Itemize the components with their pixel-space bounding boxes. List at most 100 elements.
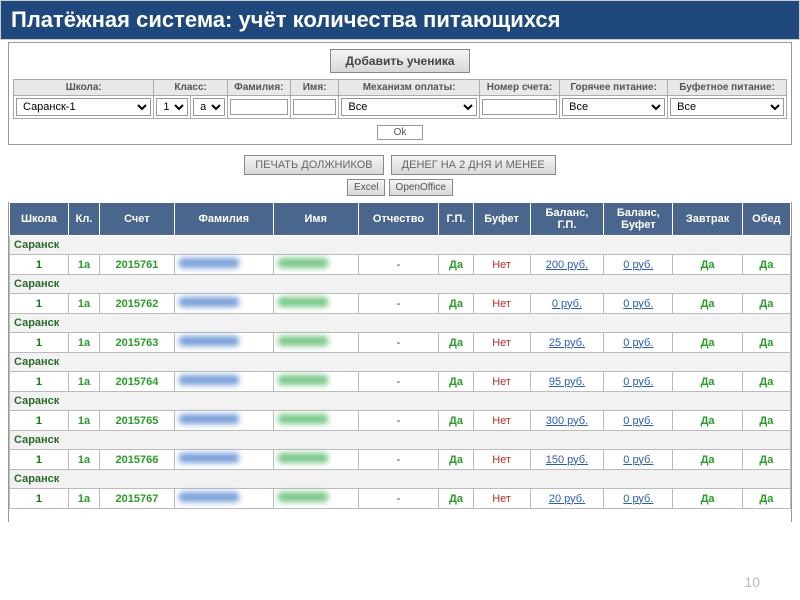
cell-surname (174, 489, 273, 509)
ok-button[interactable]: Ok (377, 125, 424, 140)
cell-breakfast: Да (673, 294, 743, 314)
cell-buffet: Нет (473, 255, 530, 275)
cell-surname (174, 372, 273, 392)
cell-bal-buffet[interactable]: 0 руб. (604, 294, 673, 314)
students-table: Школа Кл. Счет Фамилия Имя Отчество Г.П.… (9, 202, 791, 509)
table-row[interactable]: 11а2015767-ДаНет20 руб.0 руб.ДаДа (10, 489, 791, 509)
cell-buffet: Нет (473, 294, 530, 314)
klass-num-select[interactable]: 1 (156, 98, 188, 116)
cell-klass: 1а (68, 255, 99, 275)
cell-account: 2015762 (100, 294, 174, 314)
cell-breakfast: Да (673, 255, 743, 275)
filter-label-hotmeal: Горячее питание: (560, 80, 668, 96)
cell-bal-gp[interactable]: 20 руб. (530, 489, 604, 509)
table-row[interactable]: 11а2015762-ДаНет0 руб.0 руб.ДаДа (10, 294, 791, 314)
hotmeal-select[interactable]: Все (562, 98, 665, 116)
name-input[interactable] (293, 99, 337, 115)
cell-account: 2015767 (100, 489, 174, 509)
cell-breakfast: Да (673, 411, 743, 431)
cell-bal-buffet[interactable]: 0 руб. (604, 255, 673, 275)
cell-buffet: Нет (473, 333, 530, 353)
filter-label-buffet: Буфетное питание: (668, 80, 787, 96)
cell-name (273, 411, 358, 431)
cell-name (273, 294, 358, 314)
cell-patronymic: - (358, 294, 439, 314)
cell-patronymic: - (358, 411, 439, 431)
cell-bal-buffet[interactable]: 0 руб. (604, 372, 673, 392)
cell-patronymic: - (358, 450, 439, 470)
page-title: Платёжная система: учёт количества питаю… (0, 0, 800, 40)
cell-gp: Да (439, 450, 473, 470)
cell-bal-gp[interactable]: 95 руб. (530, 372, 604, 392)
cell-buffet: Нет (473, 489, 530, 509)
cell-patronymic: - (358, 255, 439, 275)
cell-gp: Да (439, 411, 473, 431)
cell-breakfast: Да (673, 333, 743, 353)
filter-label-account: Номер счета: (479, 80, 559, 96)
filter-label-klass: Класс: (154, 80, 227, 96)
col-bal-buffet: Баланс,Буфет (604, 203, 673, 236)
col-patronymic: Отчество (358, 203, 439, 236)
col-breakfast: Завтрак (673, 203, 743, 236)
filter-label-paymech: Механизм оплаты: (339, 80, 479, 96)
col-bal-gp: Баланс,Г.П. (530, 203, 604, 236)
page-number: 10 (744, 574, 760, 590)
klass-letter-select[interactable]: а (193, 98, 225, 116)
group-row: Саранск (10, 431, 791, 450)
print-debtors-button[interactable]: ПЕЧАТЬ ДОЛЖНИКОВ (244, 155, 383, 175)
table-row[interactable]: 11а2015761-ДаНет200 руб.0 руб.ДаДа (10, 255, 791, 275)
cell-lunch: Да (742, 294, 790, 314)
cell-school: 1 (10, 255, 69, 275)
cell-account: 2015766 (100, 450, 174, 470)
cell-bal-gp[interactable]: 150 руб. (530, 450, 604, 470)
cell-klass: 1а (68, 294, 99, 314)
cell-name (273, 255, 358, 275)
cell-breakfast: Да (673, 450, 743, 470)
cell-buffet: Нет (473, 372, 530, 392)
cell-bal-buffet[interactable]: 0 руб. (604, 411, 673, 431)
cell-bal-buffet[interactable]: 0 руб. (604, 450, 673, 470)
cell-klass: 1а (68, 489, 99, 509)
cell-lunch: Да (742, 255, 790, 275)
cell-lunch: Да (742, 489, 790, 509)
table-row[interactable]: 11а2015766-ДаНет150 руб.0 руб.ДаДа (10, 450, 791, 470)
col-name: Имя (273, 203, 358, 236)
cell-buffet: Нет (473, 411, 530, 431)
filter-label-surname: Фамилия: (227, 80, 290, 96)
cell-lunch: Да (742, 372, 790, 392)
cell-name (273, 489, 358, 509)
actions-row: ПЕЧАТЬ ДОЛЖНИКОВ ДЕНЕГ НА 2 ДНЯ И МЕНЕЕ (0, 155, 800, 175)
table-row[interactable]: 11а2015763-ДаНет25 руб.0 руб.ДаДа (10, 333, 791, 353)
surname-input[interactable] (230, 99, 288, 115)
cell-bal-gp[interactable]: 200 руб. (530, 255, 604, 275)
cell-account: 2015765 (100, 411, 174, 431)
cell-patronymic: - (358, 333, 439, 353)
paymech-select[interactable]: Все (341, 98, 476, 116)
buffet-select[interactable]: Все (670, 98, 784, 116)
cell-bal-gp[interactable]: 300 руб. (530, 411, 604, 431)
cell-klass: 1а (68, 450, 99, 470)
school-select[interactable]: Саранск-1 (16, 98, 151, 116)
cell-bal-gp[interactable]: 25 руб. (530, 333, 604, 353)
col-klass: Кл. (68, 203, 99, 236)
cell-bal-buffet[interactable]: 0 руб. (604, 489, 673, 509)
excel-button[interactable]: Excel (347, 179, 385, 196)
group-row: Саранск (10, 353, 791, 372)
cell-breakfast: Да (673, 372, 743, 392)
cell-patronymic: - (358, 489, 439, 509)
group-row: Саранск (10, 275, 791, 294)
cell-lunch: Да (742, 333, 790, 353)
cell-bal-buffet[interactable]: 0 руб. (604, 333, 673, 353)
add-student-button[interactable]: Добавить ученика (330, 49, 469, 73)
table-row[interactable]: 11а2015765-ДаНет300 руб.0 руб.ДаДа (10, 411, 791, 431)
cell-lunch: Да (742, 450, 790, 470)
low-balance-button[interactable]: ДЕНЕГ НА 2 ДНЯ И МЕНЕЕ (391, 155, 556, 175)
cell-school: 1 (10, 333, 69, 353)
openoffice-button[interactable]: OpenOffice (389, 179, 453, 196)
table-row[interactable]: 11а2015764-ДаНет95 руб.0 руб.ДаДа (10, 372, 791, 392)
cell-bal-gp[interactable]: 0 руб. (530, 294, 604, 314)
account-input[interactable] (482, 99, 557, 115)
cell-surname (174, 294, 273, 314)
col-school: Школа (10, 203, 69, 236)
export-row: Excel OpenOffice (0, 179, 800, 196)
